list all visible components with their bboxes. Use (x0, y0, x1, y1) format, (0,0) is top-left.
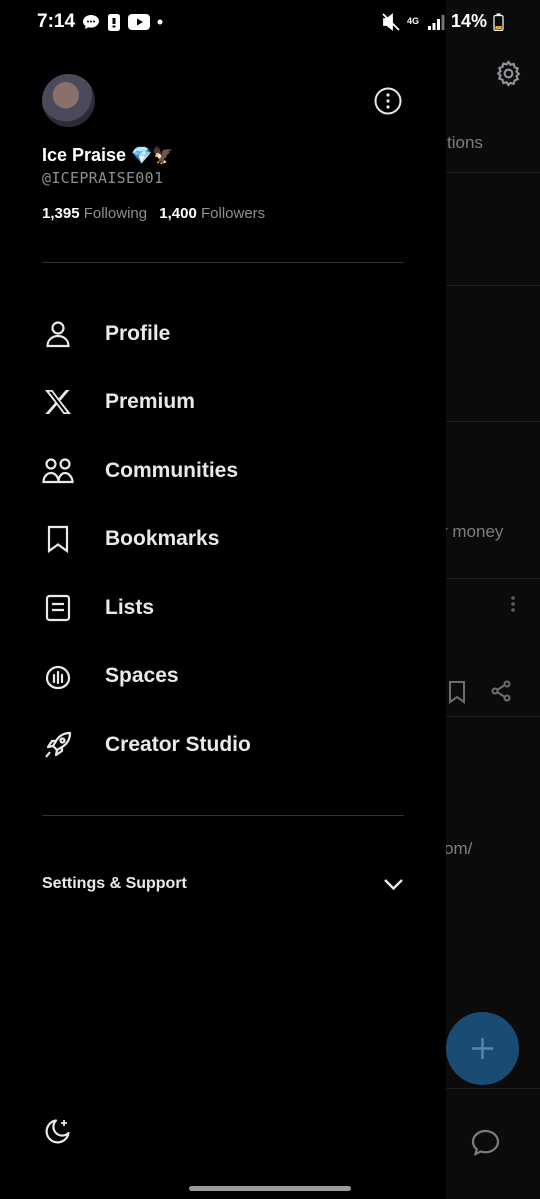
people-icon (42, 455, 74, 487)
menu-item-spaces[interactable]: Spaces (42, 651, 422, 701)
chat-notification-icon (83, 15, 99, 29)
plus-icon (472, 1038, 493, 1059)
chevron-down-icon (384, 879, 403, 891)
rocket-icon (42, 729, 74, 761)
x-logo-icon (42, 386, 74, 418)
menu-item-communities[interactable]: Communities (42, 446, 422, 496)
menu-item-label: Bookmarks (105, 527, 220, 550)
display-name-emoji: 💎🦅 (131, 146, 174, 165)
more-vertical-icon (511, 596, 515, 612)
compose-post-button[interactable] (446, 1012, 519, 1085)
network-type: 4G (406, 16, 419, 26)
following-count: 1,395 (42, 205, 80, 222)
settings-support-toggle[interactable]: Settings & Support (42, 875, 404, 903)
followers-link[interactable]: 1,400 Followers (159, 205, 265, 222)
followers-count: 1,400 (159, 205, 197, 222)
drawer-divider (42, 815, 404, 816)
mute-icon (382, 12, 400, 31)
display-name-text: Ice Praise (42, 145, 127, 165)
background-snippet: om/ (444, 839, 473, 858)
bookmark-icon (449, 681, 465, 704)
profile-display-name[interactable]: Ice Praise 💎🦅 (42, 145, 173, 166)
sim-notification-icon (108, 14, 120, 31)
menu-item-label: Profile (105, 322, 171, 345)
menu-item-premium[interactable]: Premium (42, 377, 422, 427)
youtube-icon (128, 14, 150, 30)
following-link[interactable]: 1,395 Following (42, 205, 151, 222)
menu-item-label: Creator Studio (105, 733, 251, 756)
drawer-divider (42, 262, 404, 263)
background-tab-label: tions (447, 133, 483, 152)
messages-icon[interactable] (470, 1128, 501, 1157)
person-icon (42, 318, 74, 350)
follow-stats: 1,395 Following 1,400 Followers (42, 205, 265, 222)
account-options-icon[interactable] (374, 87, 402, 115)
following-label: Following (83, 205, 148, 222)
theme-toggle-moon-icon[interactable] (42, 1117, 72, 1147)
spaces-icon (42, 660, 74, 692)
status-time: 7:14 (37, 11, 76, 32)
profile-handle: @ICEPRAISE001 (42, 169, 164, 187)
settings-gear-icon[interactable] (494, 59, 523, 88)
menu-item-lists[interactable]: Lists (42, 583, 422, 633)
status-right: 4G 14% (381, 11, 504, 32)
more-notifications-dot-icon (157, 19, 163, 25)
avatar[interactable] (42, 74, 95, 127)
menu-item-label: Premium (105, 390, 195, 413)
list-icon (42, 592, 74, 624)
followers-label: Followers (200, 205, 266, 222)
battery-icon (493, 13, 504, 31)
menu-item-profile[interactable]: Profile (42, 309, 422, 359)
status-bar: 7:14 4G 14% (0, 0, 540, 46)
menu-item-label: Communities (105, 459, 239, 482)
menu-item-label: Spaces (105, 664, 179, 687)
menu-item-creator-studio[interactable]: Creator Studio (42, 720, 422, 770)
battery-percent: 14% (450, 11, 487, 31)
bookmark-icon (42, 523, 74, 555)
navigation-drawer: Ice Praise 💎🦅 @ICEPRAISE001 1,395 Follow… (0, 0, 446, 1199)
signal-icon (427, 14, 445, 30)
background-snippet: r money (442, 522, 504, 541)
menu-item-bookmarks[interactable]: Bookmarks (42, 514, 422, 564)
settings-support-label: Settings & Support (42, 875, 187, 892)
menu-item-label: Lists (105, 596, 155, 619)
share-icon (491, 680, 511, 702)
home-indicator[interactable] (189, 1186, 351, 1191)
